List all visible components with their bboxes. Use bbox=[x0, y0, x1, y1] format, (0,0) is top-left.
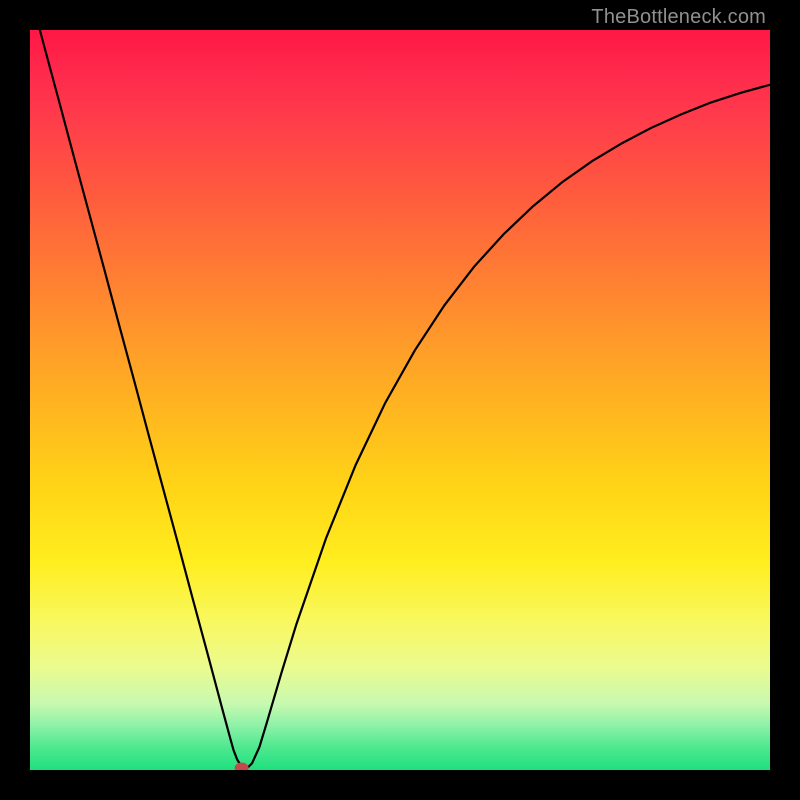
optimum-marker bbox=[235, 763, 249, 771]
watermark-text: TheBottleneck.com bbox=[591, 6, 766, 29]
chart-frame: TheBottleneck.com bbox=[0, 0, 800, 800]
bottleneck-curve bbox=[30, 30, 770, 770]
plot-area bbox=[30, 30, 770, 770]
